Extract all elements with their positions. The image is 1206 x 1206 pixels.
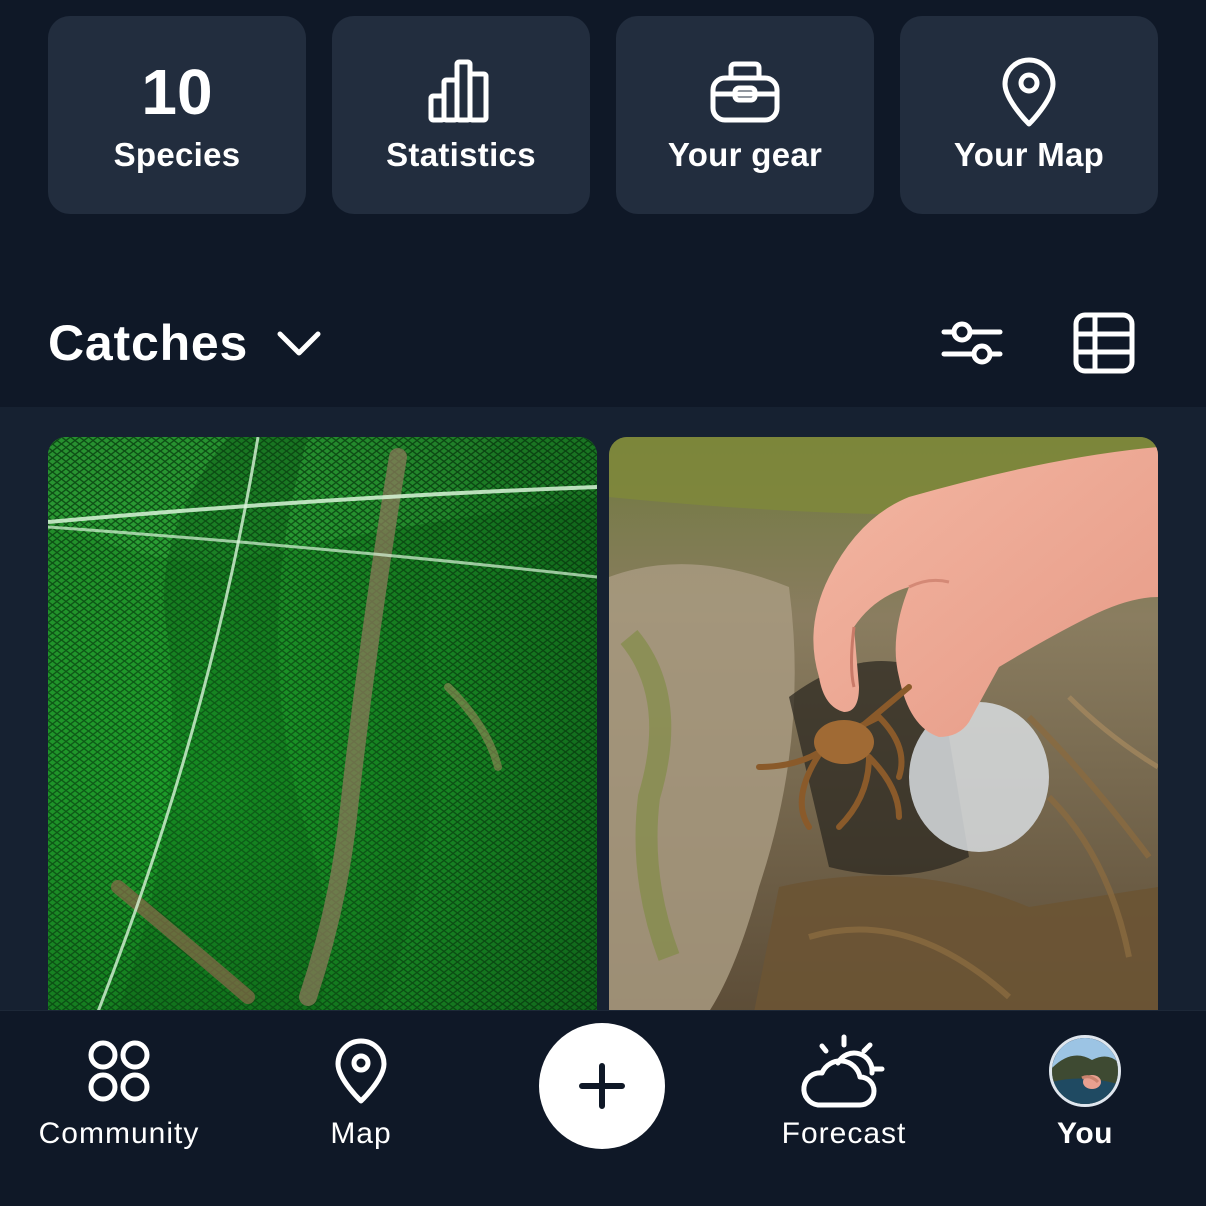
plus-icon bbox=[579, 1063, 625, 1109]
species-count: 10 bbox=[141, 56, 213, 128]
filter-sliders-icon[interactable] bbox=[937, 308, 1007, 378]
chevron-down-icon bbox=[276, 320, 322, 366]
nav-forecast[interactable]: Forecast bbox=[762, 1011, 926, 1206]
catch-photo-1[interactable] bbox=[48, 437, 597, 1010]
catch-photo-crayfish-in-hand bbox=[609, 437, 1158, 1010]
nav-map[interactable]: Map bbox=[290, 1011, 432, 1206]
nav-forecast-label: Forecast bbox=[781, 1117, 907, 1150]
your-map-label: Your Map bbox=[953, 136, 1105, 173]
tackle-box-icon bbox=[616, 56, 874, 128]
species-count-container: 10 bbox=[48, 56, 306, 128]
table-view-icon[interactable] bbox=[1069, 308, 1139, 378]
location-pin-icon bbox=[900, 56, 1158, 128]
catches-header: Catches bbox=[0, 286, 1206, 398]
community-grid-icon bbox=[18, 1033, 220, 1109]
avatar bbox=[1049, 1035, 1121, 1107]
bottom-navigation: Community Map Forecast You bbox=[0, 1010, 1206, 1206]
statistics-label: Statistics bbox=[386, 136, 536, 173]
nav-community[interactable]: Community bbox=[18, 1011, 220, 1206]
catch-photo-2[interactable] bbox=[609, 437, 1158, 1010]
avatar-container bbox=[1034, 1033, 1136, 1109]
gear-label: Your gear bbox=[667, 136, 823, 173]
map-pin-icon bbox=[290, 1033, 432, 1109]
your-map-tile[interactable]: Your Map bbox=[900, 16, 1158, 214]
species-tile[interactable]: 10 Species bbox=[48, 16, 306, 214]
quick-access-tiles: 10 Species Statistics Your gear Your Map bbox=[48, 16, 1158, 214]
gear-tile[interactable]: Your gear bbox=[616, 16, 874, 214]
cloud-sun-icon bbox=[762, 1033, 926, 1109]
catches-grid bbox=[0, 407, 1206, 1010]
add-catch-button[interactable] bbox=[539, 1023, 665, 1149]
profile-screen: 10 Species Statistics Your gear Your Map… bbox=[0, 0, 1206, 1206]
nav-you-label: You bbox=[1057, 1117, 1113, 1150]
catches-title: Catches bbox=[48, 315, 249, 371]
nav-map-label: Map bbox=[330, 1117, 392, 1150]
nav-you[interactable]: You bbox=[1034, 1011, 1136, 1206]
catch-photo-shrimp-in-net bbox=[48, 437, 597, 1010]
nav-community-label: Community bbox=[38, 1117, 200, 1150]
species-label: Species bbox=[113, 136, 241, 173]
bar-chart-icon bbox=[332, 56, 590, 128]
catches-dropdown[interactable]: Catches bbox=[48, 308, 322, 378]
statistics-tile[interactable]: Statistics bbox=[332, 16, 590, 214]
